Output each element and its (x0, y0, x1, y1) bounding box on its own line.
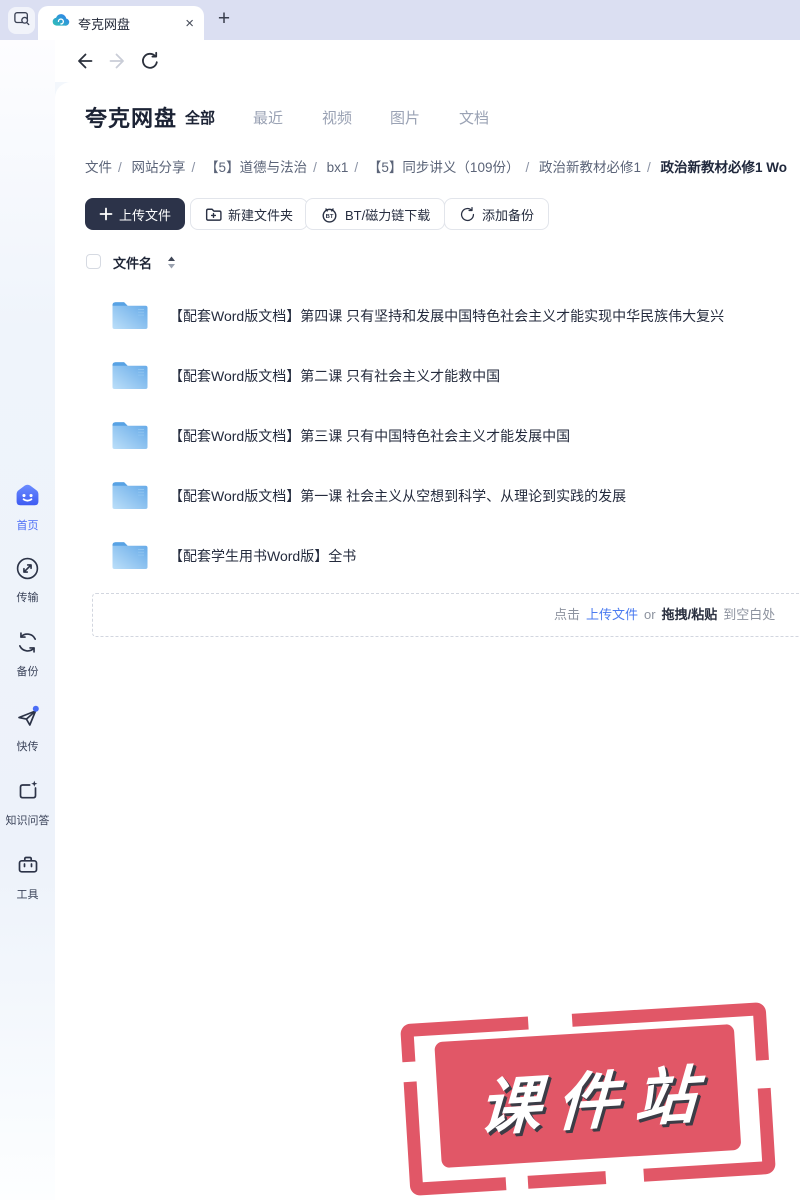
tab-search-icon (13, 11, 30, 31)
sidebar-item-backup[interactable]: 备份 (0, 630, 55, 679)
browser-nav-bar: 搜网盘、搜当前文件夹或搜全网（Ctrl + F） (0, 40, 800, 116)
file-list: 【配套Word版文档】第四课 只有坚持和发展中国特色社会主义才能实现中华民族伟大… (55, 285, 800, 585)
breadcrumb-separator: / (354, 160, 359, 175)
add-backup-button[interactable]: 添加备份 (444, 198, 550, 230)
sidebar (0, 40, 55, 1200)
file-name[interactable]: 【配套Word版文档】第四课 只有坚持和发展中国特色社会主义才能实现中华民族伟大… (169, 306, 724, 326)
breadcrumb-item[interactable]: 【5】同步讲义（109份） (368, 160, 520, 175)
sidebar-item-quick-send[interactable]: 快传 (0, 704, 55, 754)
breadcrumb-separator: / (118, 160, 122, 175)
plus-icon (99, 207, 113, 221)
sidebar-item-label: 知识问答 (5, 815, 50, 827)
bt-magnet-download-button[interactable]: BT BT/磁力链下载 (305, 198, 446, 230)
tab-doc[interactable]: 文档 (459, 107, 489, 128)
sort-icon[interactable] (167, 256, 176, 274)
breadcrumb-item[interactable]: 文件 (85, 160, 112, 175)
upload-hint: 点击 上传文件 or 拖拽/粘贴 到空白处 (554, 607, 776, 622)
sidebar-item-label: 工具 (16, 889, 39, 901)
upload-dropzone[interactable]: 点击 上传文件 or 拖拽/粘贴 到空白处 (92, 593, 800, 637)
bt-magnet-icon: BT (320, 205, 339, 224)
svg-text:BT: BT (326, 213, 334, 219)
file-name[interactable]: 【配套Word版文档】第三课 只有中国特色社会主义才能发展中国 (169, 426, 570, 446)
folder-icon (111, 299, 149, 335)
sidebar-item-home[interactable]: 首页 (0, 482, 55, 533)
browser-tab-bar: 夸克网盘 × + (0, 0, 800, 40)
tab-image[interactable]: 图片 (390, 107, 420, 128)
breadcrumb-separator: / (191, 160, 196, 175)
tab-search-button[interactable] (8, 7, 35, 34)
refresh-icon[interactable] (140, 51, 160, 71)
file-list-header: 文件名 (55, 251, 800, 275)
watermark-stamp: 课件站 (400, 1001, 776, 1197)
file-row[interactable]: 【配套Word版文档】第一课 社会主义从空想到科学、从理论到实践的发展 (55, 465, 800, 525)
transfer-icon (15, 557, 40, 585)
sidebar-item-knowledge-qa[interactable]: 知识问答 (0, 778, 55, 828)
forward-icon (108, 51, 128, 71)
new-folder-button[interactable]: 新建文件夹 (190, 198, 309, 230)
filename-column-header: 文件名 (113, 256, 153, 271)
breadcrumb-item[interactable]: 网站分享 (132, 160, 186, 175)
sidebar-item-label: 备份 (16, 666, 39, 678)
folder-icon (111, 419, 149, 455)
new-folder-icon (205, 207, 222, 222)
folder-icon (111, 359, 149, 395)
upload-file-link[interactable]: 上传文件 (586, 607, 638, 622)
upload-file-button[interactable]: 上传文件 (85, 198, 186, 230)
tab-video[interactable]: 视频 (322, 107, 352, 128)
sidebar-item-label: 快传 (16, 741, 39, 753)
page-title: 夸克网盘 (85, 106, 178, 131)
toolbox-icon (15, 856, 41, 882)
backup-circle-icon (459, 206, 476, 223)
breadcrumb-item[interactable]: 【5】道德与法治 (205, 160, 307, 175)
file-row[interactable]: 【配套Word版文档】第二课 只有社会主义才能救中国 (55, 345, 800, 405)
sidebar-item-transfer[interactable]: 传输 (0, 556, 55, 605)
knowledge-qa-icon (15, 780, 41, 808)
backup-sync-icon (15, 632, 40, 659)
breadcrumb-separator: / (647, 160, 651, 175)
select-all-checkbox[interactable] (86, 254, 101, 269)
file-row[interactable]: 【配套Word版文档】第三课 只有中国特色社会主义才能发展中国 (55, 405, 800, 465)
breadcrumb-item[interactable]: bx1 (327, 160, 349, 175)
folder-icon (111, 539, 149, 575)
tab-all[interactable]: 全部 (185, 107, 215, 128)
new-tab-button[interactable]: + (210, 5, 238, 33)
file-row[interactable]: 【配套学生用书Word版】全书 (55, 525, 800, 585)
home-icon (14, 482, 41, 514)
quark-logo-icon (51, 11, 70, 35)
breadcrumb: 文件 / 网站分享 / 【5】道德与法治 / bx1/ 【5】同步讲义（109份） / … (85, 156, 800, 176)
breadcrumb-separator: / (313, 160, 317, 175)
sidebar-item-label: 传输 (16, 592, 39, 604)
stamp-text: 课件站 (477, 1060, 714, 1144)
breadcrumb-item[interactable]: 政治新教材必修1 (539, 160, 641, 175)
breadcrumb-current: 政治新教材必修1 Wo (660, 160, 788, 175)
folder-icon (111, 479, 149, 515)
tab-close-icon[interactable]: × (185, 16, 194, 31)
sidebar-item-label: 首页 (16, 520, 39, 532)
file-row[interactable]: 【配套Word版文档】第四课 只有坚持和发展中国特色社会主义才能实现中华民族伟大… (55, 285, 800, 345)
file-name[interactable]: 【配套学生用书Word版】全书 (169, 546, 356, 566)
stamp-body: 课件站 (434, 1023, 742, 1169)
main-content: 夸克网盘 全部 最近 视频 图片 文档 文件 / 网站分享 / 【5】道德与法治 / … (55, 82, 800, 1200)
tab-recent[interactable]: 最近 (253, 107, 283, 128)
browser-tab-quark[interactable]: 夸克网盘 × (38, 6, 204, 40)
tab-title: 夸克网盘 (78, 16, 131, 32)
breadcrumb-separator: / (525, 160, 530, 175)
paper-plane-icon (15, 705, 41, 734)
file-name[interactable]: 【配套Word版文档】第二课 只有社会主义才能救中国 (169, 366, 500, 386)
back-icon[interactable] (74, 51, 94, 71)
file-name[interactable]: 【配套Word版文档】第一课 社会主义从空想到科学、从理论到实践的发展 (169, 486, 626, 506)
sidebar-item-tools[interactable]: 工具 (0, 852, 55, 902)
